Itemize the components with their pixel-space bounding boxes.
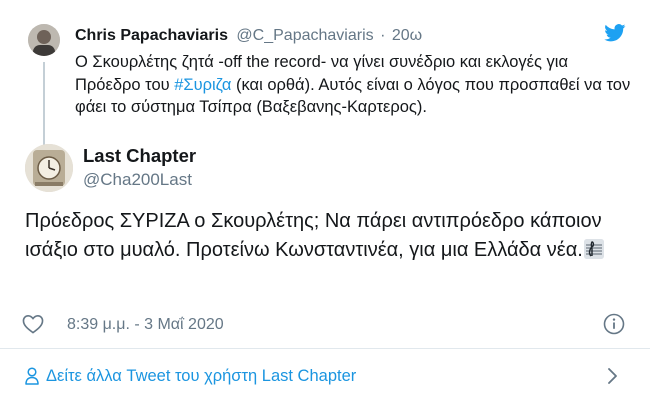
main-tweet-text: Πρόεδρος ΣΥΡΙΖΑ ο Σκουρλέτης; Να πάρει α… <box>25 207 625 265</box>
chevron-right-icon[interactable] <box>606 367 618 385</box>
music-score-emoji-icon <box>583 239 604 259</box>
twitter-logo-icon[interactable] <box>604 24 626 42</box>
like-heart-icon[interactable] <box>22 314 44 334</box>
parent-tweet-text: Ο Σκουρλέτης ζητά -off the record- να γί… <box>75 51 635 119</box>
main-author-handle[interactable]: @Cha200Last <box>83 170 192 190</box>
hashtag-link[interactable]: #Συριζα <box>174 76 231 94</box>
see-more-tweets-label[interactable]: Δείτε άλλα Tweet του χρήστη Last Chapter <box>46 366 356 386</box>
user-icon <box>25 367 39 385</box>
parent-author-avatar[interactable] <box>28 24 60 56</box>
main-author-name[interactable]: Last Chapter <box>83 145 196 167</box>
parent-tweet-time[interactable]: 20ω <box>392 27 422 44</box>
info-icon[interactable] <box>603 313 625 335</box>
parent-tweet-header: Chris Papachaviaris @C_Papachaviaris · 2… <box>75 26 422 46</box>
parent-author-handle[interactable]: @C_Papachaviaris <box>236 27 373 44</box>
main-author-avatar[interactable] <box>25 144 73 192</box>
see-more-tweets-link[interactable]: Δείτε άλλα Tweet του χρήστη Last Chapter <box>0 349 650 404</box>
parent-author-name[interactable]: Chris Papachaviaris <box>75 27 228 44</box>
main-tweet-body: Πρόεδρος ΣΥΡΙΖΑ ο Σκουρλέτης; Να πάρει α… <box>25 210 602 261</box>
embedded-tweet-card: Chris Papachaviaris @C_Papachaviaris · 2… <box>0 0 650 404</box>
tweet-timestamp[interactable]: 8:39 μ.μ. - 3 Μαΐ 2020 <box>67 315 224 335</box>
thread-connector-line <box>43 62 45 153</box>
header-separator: · <box>380 27 386 44</box>
tweet-meta-row: 8:39 μ.μ. - 3 Μαΐ 2020 <box>22 313 632 337</box>
